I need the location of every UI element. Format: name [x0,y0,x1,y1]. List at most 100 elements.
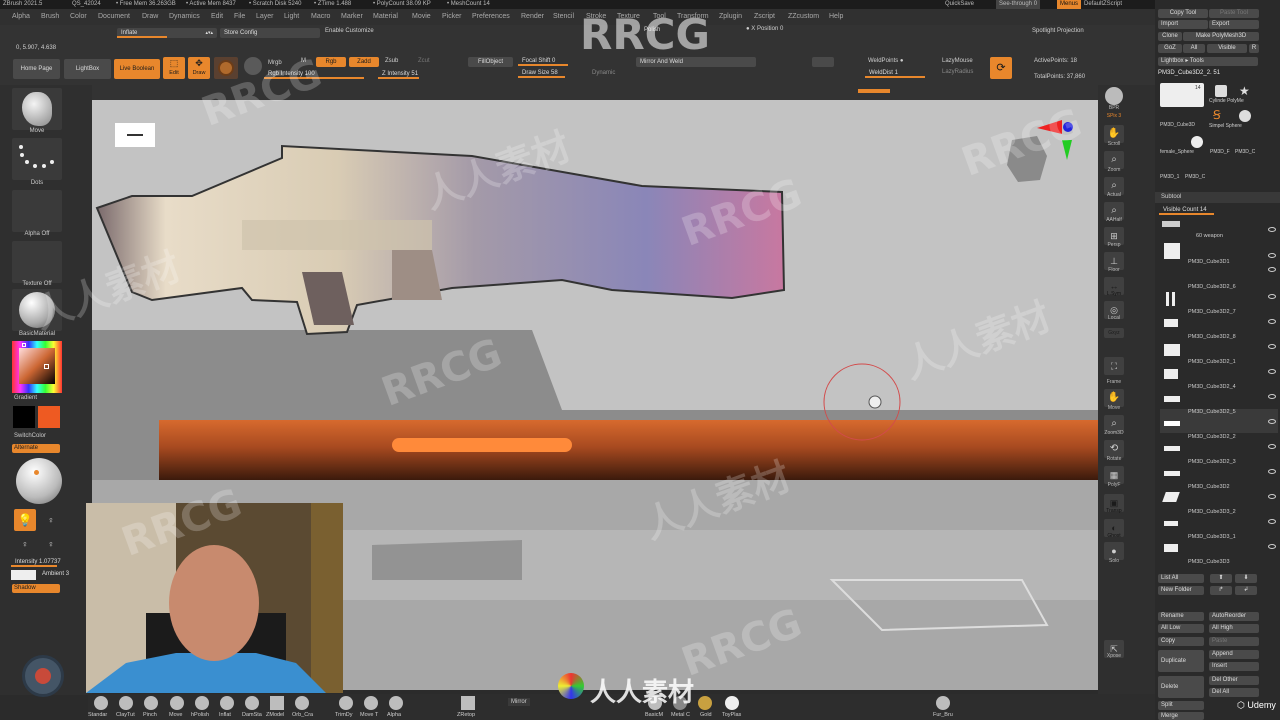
menu-document[interactable]: Document [98,9,130,25]
auto-reorder-button[interactable]: AutoReorder [1209,612,1259,621]
mrgb-button[interactable]: Mrgb [268,60,282,66]
star-thumb-icon[interactable]: ★ [1239,84,1250,98]
tool-thumb-label-0[interactable]: PM3D_Cube3D [1160,122,1195,128]
eye-icon[interactable] [1268,494,1276,499]
rgb-button[interactable]: Rgb [316,57,346,67]
color-square[interactable] [19,348,55,384]
subtool-row[interactable]: PM3D_Cube3D3_1 [1160,534,1278,558]
menu-tool[interactable]: Tool [653,9,666,25]
menus-toggle[interactable]: Menus [1057,0,1082,9]
spix-label[interactable]: SPix 3 [1098,113,1130,119]
spotlight-projection-toggle[interactable]: Spotlight Projection [1032,28,1084,34]
goz-visible-button[interactable]: Visible [1207,44,1247,53]
brush-alpha-icon[interactable] [389,696,403,710]
menu-file[interactable]: File [234,9,245,25]
light-bulb-on-icon[interactable]: 💡 [14,509,36,531]
material-swatch-button[interactable] [214,57,238,79]
subtool-row[interactable]: PM3D_Cube3D3_2 [1160,509,1278,533]
subtool-header[interactable]: Subtool [1155,192,1280,203]
subtool-row[interactable]: PM3D_Cube3D2_6 [1160,284,1278,308]
menu-picker[interactable]: Picker [442,9,461,25]
tool-thumb-label-7[interactable]: PM3D_1 [1160,174,1179,180]
menu-transform[interactable]: Transform [677,9,709,25]
menu-marker[interactable]: Marker [341,9,363,25]
menu-stroke[interactable]: Stroke [586,9,606,25]
draw-size-slider[interactable]: Draw Size 58 Dynamic [518,68,630,78]
eye-icon[interactable] [1268,344,1276,349]
secondary-color-swatch[interactable] [13,406,35,428]
polish-slider[interactable]: Polish [640,25,720,35]
eye-icon[interactable] [1268,394,1276,399]
goz-r-button[interactable]: R [1249,44,1259,53]
m-button[interactable]: M [301,58,306,64]
light-bulb-2-icon[interactable]: ♀ [16,535,34,553]
lazy-snap-icon[interactable]: ⟳ [990,57,1012,79]
subtool-row[interactable]: PM3D_Cube3D1 [1160,259,1278,283]
weld-option-button[interactable] [812,57,834,67]
eye-icon[interactable] [1268,444,1276,449]
subtool-row[interactable]: PM3D_Cube3D2 [1160,484,1278,508]
tool-thumb-label-1[interactable]: Cylinde PolyMe [1209,98,1244,104]
zadd-button[interactable]: Zadd [349,57,379,67]
female-sphere-thumb-icon[interactable] [1191,136,1203,148]
fill-object-button[interactable]: FillObject [468,57,513,67]
nav-head-icon[interactable] [1007,136,1047,182]
brush-orb-cracks-icon[interactable] [295,696,309,710]
list-all-button[interactable]: List All [1158,574,1204,583]
eye-icon[interactable] [1268,369,1276,374]
menu-zscript[interactable]: Zscript [754,9,775,25]
subtool-row[interactable]: PM3D_Cube3D2_4 [1160,384,1278,408]
x-position-slider[interactable]: ● X Position 0 [746,26,783,32]
menu-preferences[interactable]: Preferences [472,9,510,25]
brush-claytubes-icon[interactable] [119,696,133,710]
cylinder-thumb-icon[interactable] [1215,85,1227,97]
subtool-row[interactable]: PM3D_Cube3D2_2 [1160,434,1278,458]
light-bulb-3-icon[interactable]: ♀ [42,535,60,553]
focal-shift-slider[interactable]: Focal Shift 0 [518,56,630,66]
goz-all-button[interactable]: All [1183,44,1205,53]
eye-icon[interactable] [1268,319,1276,324]
tool-thumb-label-3[interactable]: Simpel Sphere [1209,123,1242,129]
tool-thumb-label-5[interactable]: PM3D_F [1210,149,1230,155]
make-polymesh-button[interactable]: Make PolyMesh3D [1183,32,1259,41]
clone-button[interactable]: Clone [1158,32,1182,41]
menu-edit[interactable]: Edit [211,9,223,25]
del-all-button[interactable]: Del All [1209,688,1259,697]
material-metal-icon[interactable] [673,696,687,710]
subtool-row[interactable]: PM3D_Cube3D2_7 [1160,309,1278,333]
menu-texture[interactable]: Texture [617,9,640,25]
material-toyplastic-icon[interactable] [725,696,739,710]
move-down-icon[interactable]: ⬇ [1235,574,1257,583]
paste-tool-button[interactable]: Paste Tool [1209,9,1259,18]
split-button[interactable]: Split [1158,701,1204,710]
edit-button[interactable]: ⬚ Edit [163,57,185,79]
brush-trimdynamic-icon[interactable] [339,696,353,710]
tool-thumb-label-6[interactable]: PM3D_C [1235,149,1255,155]
menu-dynamics[interactable]: Dynamics [169,9,200,25]
eye-icon[interactable] [1268,469,1276,474]
brush-zmodeler-icon[interactable] [270,696,284,710]
tool-thumb-label-8[interactable]: PM3D_C [1185,174,1205,180]
duplicate-button[interactable]: Duplicate [1158,650,1204,672]
delete-button[interactable]: Delete [1158,676,1204,698]
subtool-row[interactable]: PM3D_Cube3D2_1 [1160,359,1278,383]
dynamic-toggle[interactable]: Dynamic [592,68,615,78]
menu-zplugin[interactable]: Zplugin [719,9,742,25]
weld-points-toggle[interactable]: WeldPoints ● [868,58,904,64]
menu-brush[interactable]: Brush [41,9,59,25]
arrow-right-icon[interactable]: ↱ [1210,586,1232,595]
rename-button[interactable]: Rename [1158,612,1204,621]
material-button[interactable] [12,289,62,331]
eye-icon[interactable] [1268,253,1276,258]
light-bulb-icon[interactable]: ♀ [42,511,60,529]
lazyradius-slider[interactable]: LazyRadius [942,69,973,75]
inflate-slider[interactable]: Inflate ▴▾▴ [117,28,217,38]
brush-movetopological-icon[interactable] [364,696,378,710]
draw-button[interactable]: ✥ Draw [188,57,210,79]
brush-pinch-icon[interactable] [144,696,158,710]
lazymouse-toggle[interactable]: LazyMouse [942,58,973,64]
brush-move-button[interactable] [12,88,62,130]
alternate-button[interactable]: Alternate [12,444,60,453]
quicksave-button[interactable]: QuickSave [945,0,974,9]
brush-move-icon[interactable] [170,696,184,710]
